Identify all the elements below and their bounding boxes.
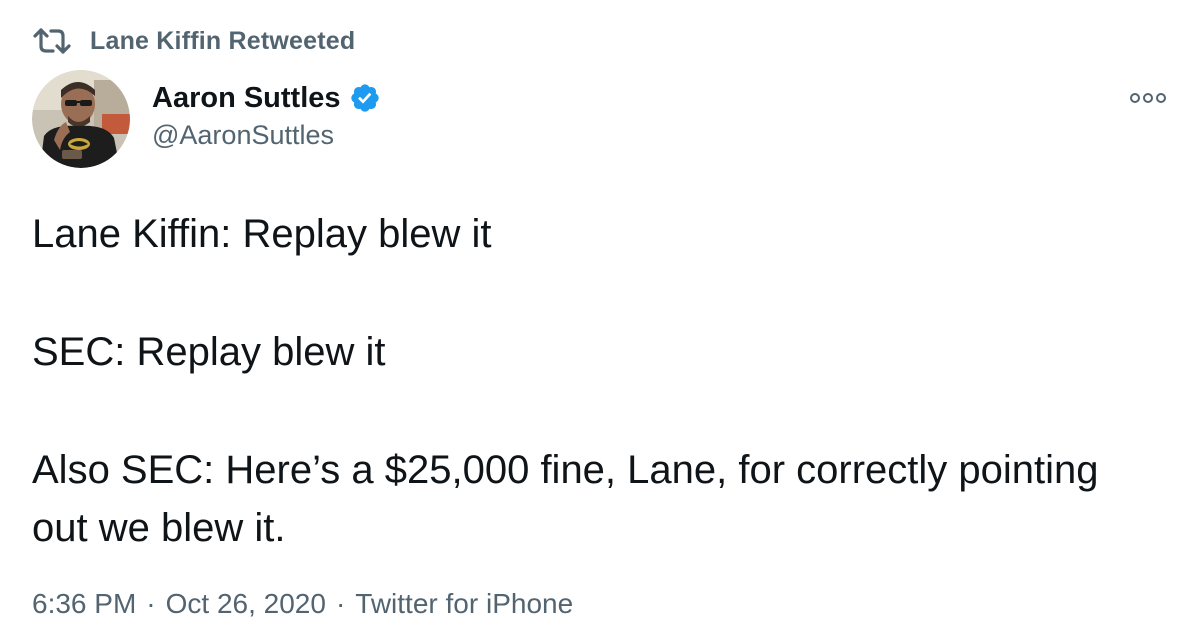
retweet-label[interactable]: Lane Kiffin Retweeted (90, 27, 355, 56)
meta-separator: · (335, 588, 346, 619)
author-block: Aaron Suttles @AaronSuttles (152, 78, 381, 151)
tweet-meta: 6:36 PM · Oct 26, 2020 · Twitter for iPhone (32, 588, 573, 620)
meta-separator: · (146, 588, 156, 619)
tweet-text-line: Also SEC: Here’s a $25,000 fine, Lane, f… (32, 448, 1099, 550)
tweet-card: Lane Kiffin Retweeted Aaron Suttles @Aar… (0, 0, 1186, 642)
tweet-text-line: Lane Kiffin: Replay blew it (32, 212, 492, 256)
retweet-context: Lane Kiffin Retweeted (32, 24, 355, 58)
verified-badge-icon (350, 84, 379, 112)
tweet-text: Lane Kiffin: Replay blew it SEC: Replay … (32, 205, 1152, 557)
retweet-icon (33, 28, 71, 54)
avatar[interactable] (32, 70, 130, 168)
more-options-icon[interactable] (1128, 88, 1168, 108)
author-display-name[interactable]: Aaron Suttles (152, 82, 341, 115)
tweet-date[interactable]: Oct 26, 2020 (166, 588, 326, 619)
tweet-source[interactable]: Twitter for iPhone (355, 588, 573, 619)
tweet-text-line: SEC: Replay blew it (32, 330, 386, 374)
tweet-time[interactable]: 6:36 PM (32, 588, 136, 619)
author-name-row: Aaron Suttles (152, 78, 381, 118)
author-handle[interactable]: @AaronSuttles (152, 120, 381, 151)
